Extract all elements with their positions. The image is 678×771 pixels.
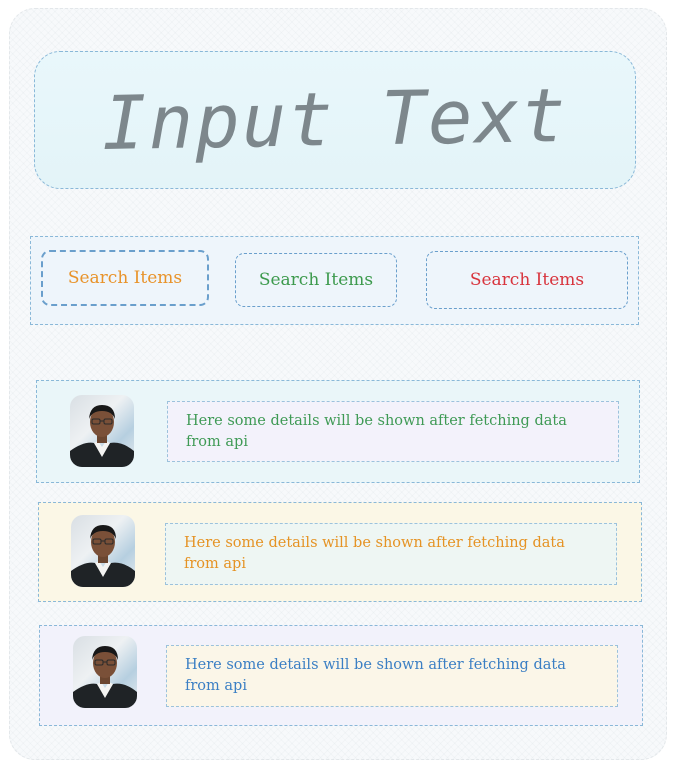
item-details: Here some details will be shown after fe… bbox=[166, 645, 618, 707]
search-items-button-green[interactable]: Search Items bbox=[235, 253, 397, 307]
list-item[interactable]: Here some details will be shown after fe… bbox=[36, 380, 640, 483]
person-photo-icon bbox=[70, 405, 134, 467]
page-title: Input Text bbox=[101, 72, 569, 168]
search-button-row: Search Items Search Items Search Items bbox=[30, 236, 639, 325]
person-photo-icon bbox=[73, 646, 137, 708]
list-item[interactable]: Here some details will be shown after fe… bbox=[38, 502, 642, 602]
item-details: Here some details will be shown after fe… bbox=[165, 523, 617, 585]
search-items-button-red[interactable]: Search Items bbox=[426, 251, 628, 309]
item-details: Here some details will be shown after fe… bbox=[167, 401, 619, 462]
avatar bbox=[70, 395, 134, 467]
person-photo-icon bbox=[71, 525, 135, 587]
avatar bbox=[73, 636, 137, 708]
list-item[interactable]: Here some details will be shown after fe… bbox=[39, 625, 643, 726]
header-panel: Input Text bbox=[34, 51, 636, 189]
avatar bbox=[71, 515, 135, 587]
search-items-button-orange[interactable]: Search Items bbox=[41, 250, 209, 306]
